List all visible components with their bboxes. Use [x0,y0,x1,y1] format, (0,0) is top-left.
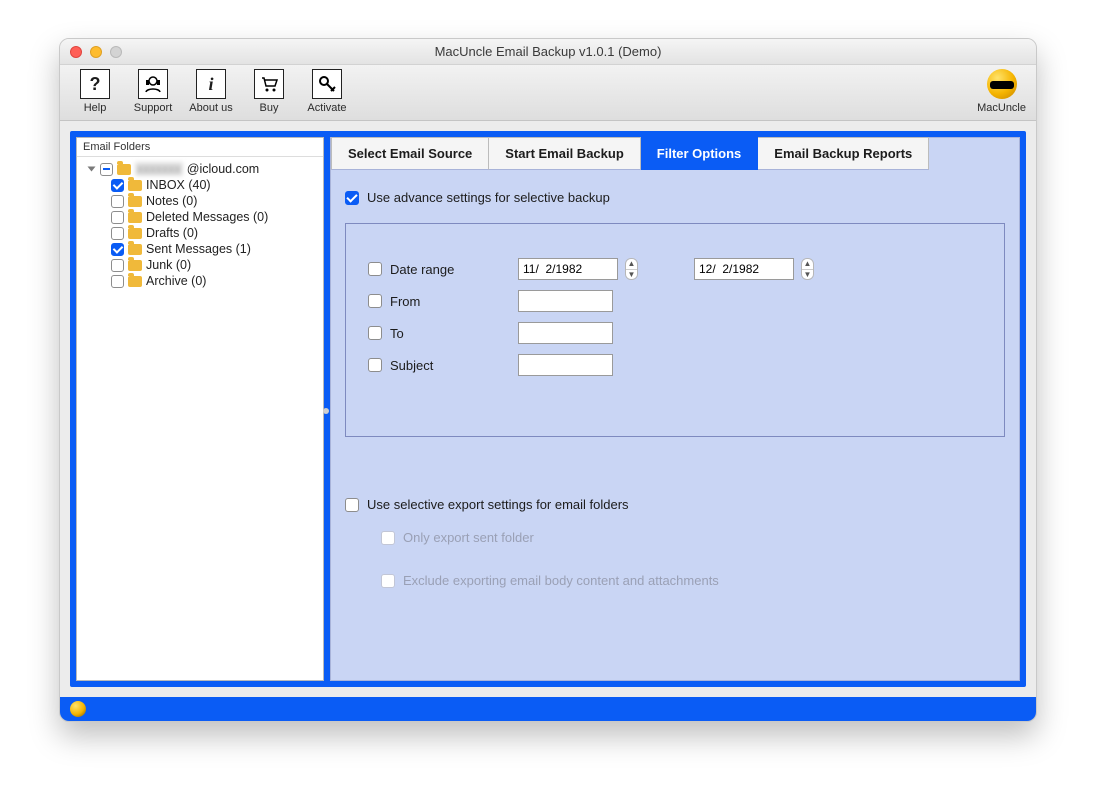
inbox-checkbox[interactable] [111,179,124,192]
use-advance-row[interactable]: Use advance settings for selective backu… [345,190,1005,205]
activate-button[interactable]: Activate [302,69,352,114]
window-title: MacUncle Email Backup v1.0.1 (Demo) [60,44,1036,59]
info-icon: i [196,69,226,99]
use-selective-checkbox[interactable] [345,498,359,512]
tab-reports[interactable]: Email Backup Reports [758,137,929,170]
splitter-handle[interactable] [323,408,329,414]
only-sent-label: Only export sent folder [403,530,534,545]
account-name-redacted: xxxxxxx [135,162,183,176]
support-icon [138,69,168,99]
folder-icon [117,164,131,175]
folder-tree: xxxxxxx @icloud.com INBOX (40) Notes (0) [77,157,323,293]
folder-sent[interactable]: Sent Messages (1) [111,241,319,257]
brand-logo: MacUncle [977,69,1026,114]
folder-archive[interactable]: Archive (0) [111,273,319,289]
folder-icon [128,260,142,271]
exclude-body-label: Exclude exporting email body content and… [403,573,719,588]
support-button[interactable]: Support [128,69,178,114]
exclude-body-checkbox [381,574,395,588]
titlebar: MacUncle Email Backup v1.0.1 (Demo) [60,39,1036,65]
account-node[interactable]: xxxxxxx @icloud.com [89,161,319,177]
use-advance-label: Use advance settings for selective backu… [367,190,610,205]
cart-icon [254,69,284,99]
subject-input[interactable] [518,354,613,376]
step-up-icon[interactable]: ▲ [802,259,813,270]
disclosure-icon[interactable] [88,167,96,172]
to-input[interactable] [518,322,613,344]
use-advance-checkbox[interactable] [345,191,359,205]
archive-checkbox[interactable] [111,275,124,288]
deleted-checkbox[interactable] [111,211,124,224]
app-window: MacUncle Email Backup v1.0.1 (Demo) ? He… [59,38,1037,722]
drafts-checkbox[interactable] [111,227,124,240]
subject-checkbox[interactable] [368,358,382,372]
date-to-input[interactable] [694,258,794,280]
folder-drafts[interactable]: Drafts (0) [111,225,319,241]
email-folders-panel: Email Folders xxxxxxx @icloud.com INBOX … [76,137,324,681]
account-checkbox[interactable] [100,163,113,176]
buy-button[interactable]: Buy [244,69,294,114]
use-selective-label: Use selective export settings for email … [367,497,629,512]
selective-export-section: Use selective export settings for email … [345,497,1005,588]
folder-deleted[interactable]: Deleted Messages (0) [111,209,319,225]
tab-filter[interactable]: Filter Options [641,137,759,170]
only-sent-row: Only export sent folder [381,530,1005,545]
from-row: From [368,290,982,312]
account-suffix: @icloud.com [187,162,259,176]
from-input[interactable] [518,290,613,312]
step-down-icon[interactable]: ▼ [802,270,813,280]
about-button[interactable]: i About us [186,69,236,114]
to-checkbox[interactable] [368,326,382,340]
footer-bar [60,697,1036,721]
tab-start[interactable]: Start Email Backup [489,137,641,170]
tab-bar: Select Email Source Start Email Backup F… [331,137,1019,170]
from-label: From [390,294,510,309]
use-selective-row[interactable]: Use selective export settings for email … [345,497,1005,512]
step-up-icon[interactable]: ▲ [626,259,637,270]
advance-settings-panel: Date range ▲▼ ▲▼ From To [345,223,1005,437]
help-button[interactable]: ? Help [70,69,120,114]
exclude-body-row: Exclude exporting email body content and… [381,573,1005,588]
notes-checkbox[interactable] [111,195,124,208]
macuncle-icon [987,69,1017,99]
to-label: To [390,326,510,341]
tab-source[interactable]: Select Email Source [331,137,489,170]
date-range-label: Date range [390,262,510,277]
toolbar-left: ? Help Support i About us Buy [70,69,352,114]
folder-icon [128,276,142,287]
main-panel: Select Email Source Start Email Backup F… [330,137,1020,681]
step-down-icon[interactable]: ▼ [626,270,637,280]
folder-icon [128,180,142,191]
to-row: To [368,322,982,344]
footer-logo-icon [70,701,86,717]
only-sent-checkbox [381,531,395,545]
date-range-row: Date range ▲▼ ▲▼ [368,258,982,280]
junk-checkbox[interactable] [111,259,124,272]
subject-row: Subject [368,354,982,376]
subject-label: Subject [390,358,510,373]
date-from-input[interactable] [518,258,618,280]
folder-inbox[interactable]: INBOX (40) [111,177,319,193]
folder-icon [128,196,142,207]
email-folders-header: Email Folders [77,138,323,157]
date-range-checkbox[interactable] [368,262,382,276]
folder-icon [128,212,142,223]
folder-junk[interactable]: Junk (0) [111,257,319,273]
date-to-stepper[interactable]: ▲▼ [801,258,814,280]
sent-checkbox[interactable] [111,243,124,256]
filter-options-body: Use advance settings for selective backu… [331,170,1019,608]
key-icon [312,69,342,99]
toolbar: ? Help Support i About us Buy [60,65,1036,121]
content-area: Email Folders xxxxxxx @icloud.com INBOX … [70,131,1026,687]
folder-icon [128,228,142,239]
help-icon: ? [80,69,110,99]
folder-icon [128,244,142,255]
date-from-stepper[interactable]: ▲▼ [625,258,638,280]
from-checkbox[interactable] [368,294,382,308]
folder-notes[interactable]: Notes (0) [111,193,319,209]
